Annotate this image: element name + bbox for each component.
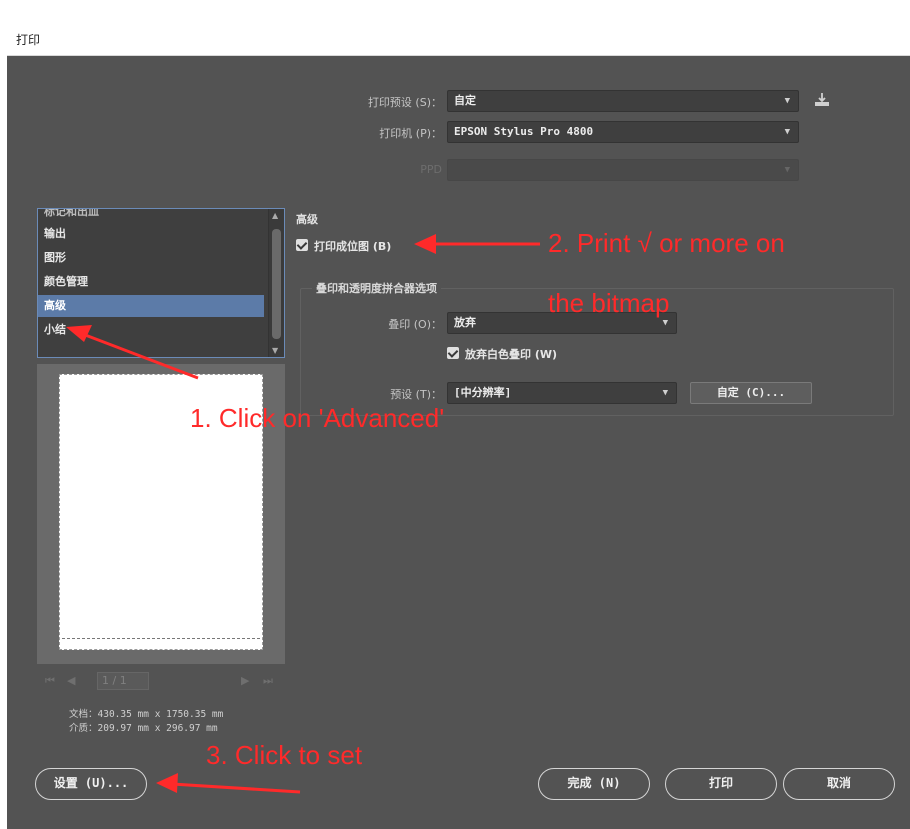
printer-select[interactable]: EPSON Stylus Pro 4800 ▼	[447, 121, 799, 143]
last-page-icon[interactable]: ⏭	[263, 674, 273, 688]
next-page-icon[interactable]: ▶	[241, 674, 249, 687]
overprint-label: 叠印 (O)：	[388, 318, 442, 331]
chevron-down-icon: ▼	[784, 96, 790, 106]
annotation-step3: 3. Click to set	[206, 740, 363, 770]
page-navigation: ⏮ ◀ 1 / 1 ▶ ⏭	[45, 672, 285, 692]
ppd-select: ▼	[447, 159, 799, 181]
scroll-down-icon[interactable]: ▼	[272, 346, 278, 355]
discard-white-overprint-checkbox[interactable]	[447, 347, 459, 359]
print-dialog: 打印预设 (S)： 自定 ▼ 打印机 (P)： EPSON Stylus Pro…	[7, 56, 910, 829]
list-item-graphics[interactable]: 图形	[38, 247, 264, 269]
print-button[interactable]: 打印	[665, 768, 777, 800]
top-strip	[0, 0, 910, 10]
annotation-step2-line1: 2. Print √ or more on	[548, 228, 785, 258]
page-number-field[interactable]: 1 / 1	[97, 672, 149, 690]
cancel-button[interactable]: 取消	[783, 768, 895, 800]
setup-button[interactable]: 设置 (U)...	[35, 768, 147, 800]
list-item-marks-bleed[interactable]: 标记和出血	[38, 209, 264, 223]
chevron-down-icon: ▼	[784, 127, 790, 137]
save-preset-icon[interactable]	[813, 91, 831, 109]
list-item-color-management[interactable]: 颜色管理	[38, 271, 264, 293]
title-bar: 打印	[7, 22, 910, 56]
list-item-advanced[interactable]: 高级	[38, 295, 264, 317]
prev-page-icon[interactable]: ◀	[67, 674, 75, 687]
flattener-preset-select[interactable]: [中分辨率] ▼	[447, 382, 677, 404]
list-item-output[interactable]: 输出	[38, 223, 264, 245]
flattener-preset-label: 预设 (T)：	[390, 388, 442, 401]
overprint-value: 放弃	[454, 316, 476, 329]
list-item-summary[interactable]: 小结	[38, 319, 264, 341]
custom-button[interactable]: 自定 (C)...	[690, 382, 812, 404]
ppd-label: PPD	[420, 163, 442, 176]
scroll-thumb[interactable]	[272, 229, 281, 339]
preset-label: 打印预设 (S)：	[367, 96, 442, 109]
preset-value: 自定	[454, 94, 476, 107]
flattener-group-title: 叠印和透明度拼合器选项	[312, 280, 441, 296]
category-list[interactable]: 标记和出血 输出 图形 颜色管理 高级 小结 ▲ ▼	[37, 208, 285, 358]
first-page-icon[interactable]: ⏮	[45, 674, 55, 688]
scroll-up-icon[interactable]: ▲	[272, 211, 278, 220]
section-title-advanced: 高级	[296, 213, 318, 226]
print-as-bitmap-checkbox[interactable]	[296, 239, 308, 251]
window-title: 打印	[16, 33, 41, 47]
preset-select[interactable]: 自定 ▼	[447, 90, 799, 112]
media-size: 介质：209.97 mm x 296.97 mm	[69, 723, 218, 734]
flattener-preset-value: [中分辨率]	[454, 386, 512, 399]
printer-value: EPSON Stylus Pro 4800	[454, 125, 594, 138]
printer-label: 打印机 (P)：	[379, 127, 442, 140]
discard-white-overprint-label[interactable]: 放弃白色叠印 (W)	[465, 346, 557, 362]
document-info: 文档：430.35 mm x 1750.35 mm 介质：209.97 mm x…	[37, 708, 285, 736]
document-size: 文档：430.35 mm x 1750.35 mm	[69, 709, 224, 720]
preview-margin-line	[62, 638, 260, 639]
chevron-down-icon: ▼	[662, 388, 668, 398]
print-as-bitmap-label[interactable]: 打印成位图 (B)	[314, 238, 391, 254]
annotation-step1: 1. Click on 'Advanced'	[190, 403, 445, 433]
annotation-step2-line2: the bitmap	[548, 288, 670, 318]
chevron-down-icon: ▼	[784, 165, 790, 175]
done-button[interactable]: 完成 (N)	[538, 768, 650, 800]
list-scrollbar[interactable]: ▲ ▼	[268, 209, 284, 357]
